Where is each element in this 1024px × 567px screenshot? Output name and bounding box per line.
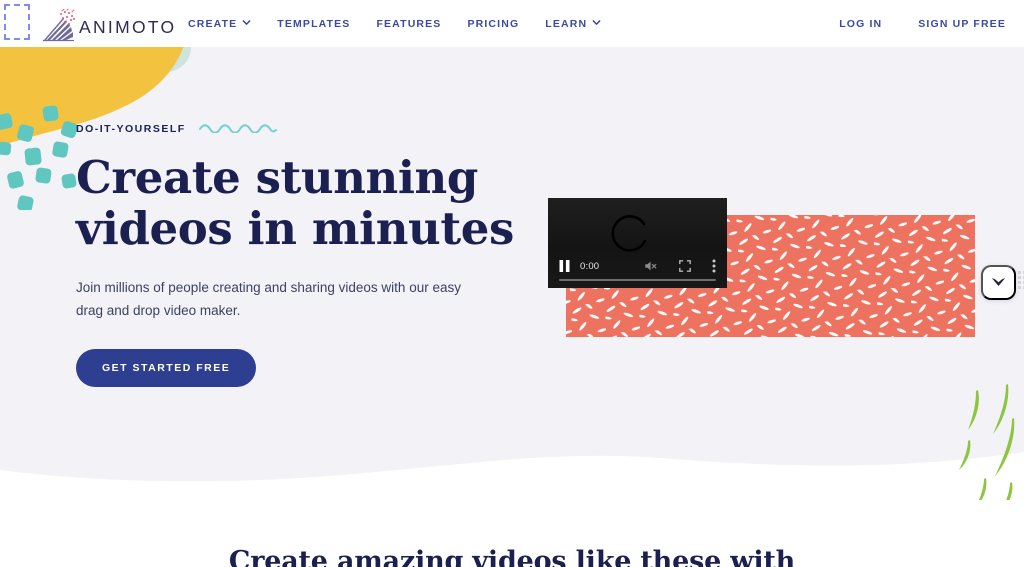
- hero-title-line1: Create stunning: [76, 151, 478, 204]
- second-section: Create amazing videos like these with: [0, 500, 1024, 567]
- wavy-line-icon: [198, 120, 277, 138]
- nav-item-learn[interactable]: LEARN: [532, 18, 614, 30]
- pause-icon[interactable]: [559, 260, 570, 272]
- hero-eyebrow: DO-IT-YOURSELF: [76, 123, 186, 135]
- site-header: ANIMOTO CREATE TEMPLATES FEATURES PRICIN…: [0, 0, 1024, 47]
- hero-title: Create stunning videos in minutes: [76, 152, 546, 254]
- nav-item-pricing[interactable]: PRICING: [454, 18, 532, 30]
- fullscreen-icon[interactable]: [679, 260, 691, 272]
- chevron-down-icon: [592, 18, 601, 27]
- scroll-down-button[interactable]: [981, 265, 1016, 300]
- nav-label: CREATE: [188, 17, 238, 30]
- animoto-fan-logo-icon: [41, 7, 77, 43]
- chevron-down-icon: [242, 18, 251, 27]
- nav-label: FEATURES: [376, 17, 442, 30]
- nav-item-create[interactable]: CREATE: [188, 18, 264, 30]
- sign-up-free-link[interactable]: SIGN UP FREE: [900, 18, 1006, 30]
- volume-muted-icon[interactable]: [644, 259, 658, 273]
- section2-title: Create amazing videos like these with: [228, 546, 796, 567]
- log-in-link[interactable]: LOG IN: [821, 18, 900, 30]
- kebab-menu-icon[interactable]: [712, 259, 716, 273]
- skip-to-content-link[interactable]: [4, 4, 30, 40]
- nav-label: PRICING: [467, 17, 520, 30]
- loading-spinner-icon: [608, 212, 652, 256]
- chevron-down-icon: [991, 277, 1006, 288]
- video-current-time: 0:00: [580, 260, 600, 272]
- video-progress-bar[interactable]: [559, 279, 716, 281]
- video-player[interactable]: 0:00: [548, 198, 727, 288]
- nav-item-templates[interactable]: TEMPLATES: [264, 18, 363, 30]
- nav-label: TEMPLATES: [277, 17, 351, 30]
- logo-wordmark: ANIMOTO: [79, 17, 177, 37]
- animoto-logo[interactable]: ANIMOTO: [41, 5, 176, 43]
- landing-page: Create amazing videos like these with AN…: [0, 0, 1024, 567]
- video-controls: 0:00: [548, 257, 727, 275]
- hero-subtitle: Join millions of people creating and sha…: [76, 280, 461, 318]
- main-navigation: CREATE TEMPLATES FEATURES PRICING LEARN: [188, 0, 614, 47]
- nav-label: LEARN: [545, 17, 588, 30]
- green-brush-strokes-decor: [948, 378, 1024, 513]
- auth-links: LOG IN SIGN UP FREE: [821, 0, 1006, 47]
- hero-content: DO-IT-YOURSELF Create stunning videos in…: [76, 120, 546, 387]
- get-started-free-button[interactable]: GET STARTED FREE: [76, 349, 257, 387]
- hero-eyebrow-row: DO-IT-YOURSELF: [76, 120, 546, 138]
- hero-title-line2: videos in minutes: [76, 202, 514, 255]
- nav-item-features[interactable]: FEATURES: [363, 18, 454, 30]
